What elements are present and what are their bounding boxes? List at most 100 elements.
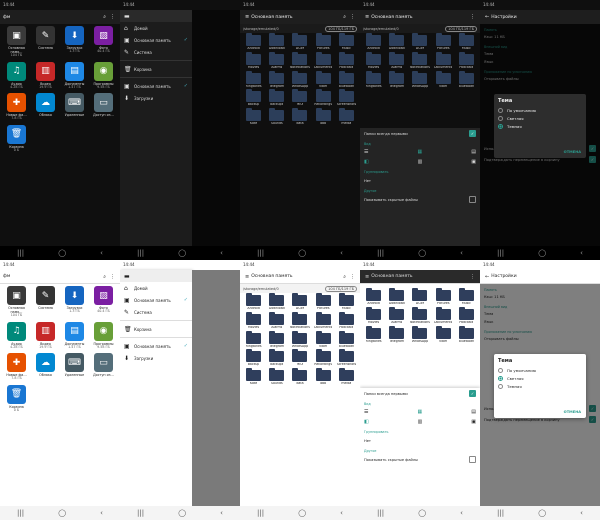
- folder-item[interactable]: Viber: [312, 330, 335, 349]
- drawer-item[interactable]: ⌂ Домой: [120, 282, 192, 294]
- more-icon[interactable]: ⋮: [470, 274, 475, 280]
- folder-item[interactable]: Alarms: [385, 306, 408, 325]
- recents-button[interactable]: |||: [377, 249, 384, 257]
- list-view-icon[interactable]: ☰: [364, 409, 368, 415]
- more-icon[interactable]: ⋮: [350, 274, 355, 280]
- folder-item[interactable]: Bluetooth: [455, 325, 478, 344]
- more-icon[interactable]: ⋮: [350, 14, 355, 20]
- folder-item[interactable]: obb: [312, 108, 335, 126]
- folder-item[interactable]: MIUI: [288, 349, 311, 367]
- folder-item[interactable]: WhatsApp: [408, 70, 431, 89]
- location-tile[interactable]: ▥ Видео 19.9 ГБ: [31, 61, 60, 90]
- drawer-item[interactable]: ✎ Система: [120, 306, 192, 318]
- show-hidden-checkbox[interactable]: [469, 456, 476, 463]
- folder-item[interactable]: Movies: [242, 51, 265, 70]
- back-button[interactable]: ‹: [100, 249, 103, 257]
- location-tile[interactable]: ♫ Аудио 4.28 ГБ: [2, 61, 31, 90]
- home-button[interactable]: ◯: [538, 249, 546, 257]
- location-tile[interactable]: ▨ Фото 40.4 ГБ: [89, 286, 118, 318]
- theme-option-light[interactable]: Светлая: [498, 376, 582, 381]
- folder-item[interactable]: Podcasts: [455, 51, 478, 70]
- detail-view-icon[interactable]: ▣: [471, 159, 476, 165]
- show-hidden-row[interactable]: Показывать скрытые файлы: [360, 454, 480, 465]
- folders-first-row[interactable]: Папки всегда первыми ✓: [360, 388, 480, 399]
- folder-item[interactable]: Podcasts: [335, 51, 358, 70]
- home-button[interactable]: ◯: [298, 249, 306, 257]
- folders-first-checkbox[interactable]: ✓: [469, 390, 476, 397]
- location-tile[interactable]: ⬇ Загрузки 1.3 ГБ: [60, 26, 89, 58]
- location-tile[interactable]: ⌨ Удаленные: [60, 353, 89, 381]
- home-button[interactable]: ◯: [178, 249, 186, 257]
- folder-item[interactable]: Viber: [432, 70, 455, 89]
- folder-item[interactable]: Alarms: [385, 51, 408, 70]
- home-button[interactable]: ◯: [538, 509, 546, 517]
- search-icon[interactable]: ⌕: [343, 274, 346, 280]
- cancel-button[interactable]: ОТМЕНА: [564, 410, 581, 414]
- back-arrow-icon[interactable]: ←: [485, 14, 489, 20]
- folder-item[interactable]: Viber: [312, 70, 335, 89]
- folder-item[interactable]: Documents: [432, 306, 455, 325]
- folder-item[interactable]: Telegram: [385, 70, 408, 89]
- folder-item[interactable]: DCIM: [288, 293, 311, 311]
- path-text[interactable]: /storage/emulated/0: [363, 27, 399, 31]
- drawer-item[interactable]: ⌂ Домой: [120, 22, 192, 34]
- drawer-scrim[interactable]: [192, 10, 240, 246]
- folder-item[interactable]: Pictures: [432, 33, 455, 51]
- folder-item[interactable]: Ringtones: [242, 70, 265, 89]
- back-button[interactable]: ‹: [460, 249, 463, 257]
- theme-option-default[interactable]: По умолчанию: [498, 108, 582, 113]
- folder-item[interactable]: data: [288, 368, 311, 386]
- drawer-item[interactable]: 🗑 Корзина: [120, 63, 192, 75]
- menu-icon[interactable]: ≡: [245, 274, 249, 280]
- recents-button[interactable]: |||: [377, 509, 384, 517]
- location-tile[interactable]: ✚ Новые фа… 7.8 ГБ: [2, 353, 31, 381]
- folder-item[interactable]: Notifications: [288, 51, 311, 70]
- compact-view-icon[interactable]: ▥: [418, 419, 423, 425]
- home-button[interactable]: ◯: [418, 249, 426, 257]
- folders-first-checkbox[interactable]: ✓: [469, 130, 476, 137]
- grid-view-icon[interactable]: ▦: [418, 149, 423, 155]
- folder-item[interactable]: Android: [362, 33, 385, 51]
- recents-button[interactable]: |||: [257, 249, 264, 257]
- folder-item[interactable]: Download: [265, 33, 288, 51]
- folder-item[interactable]: Music: [335, 293, 358, 311]
- folder-item[interactable]: Documents: [312, 51, 335, 70]
- location-tile[interactable]: ▤ Документы 1.47 ГБ: [60, 61, 89, 90]
- folder-item[interactable]: Bluetooth: [335, 330, 358, 349]
- location-tile[interactable]: ▤ Документы 1.47 ГБ: [60, 321, 89, 350]
- recents-button[interactable]: |||: [137, 509, 144, 517]
- show-hidden-checkbox[interactable]: [469, 196, 476, 203]
- location-tile[interactable]: ▨ Фото 40.4 ГБ: [89, 26, 118, 58]
- folder-item[interactable]: Kate: [242, 368, 265, 386]
- folder-item[interactable]: backups: [265, 89, 288, 107]
- folder-item[interactable]: Alarms: [265, 311, 288, 330]
- cancel-button[interactable]: ОТМЕНА: [564, 150, 581, 154]
- show-hidden-row[interactable]: Показывать скрытые файлы: [360, 194, 480, 205]
- folder-item[interactable]: media: [335, 108, 358, 126]
- list-view-icon[interactable]: ☰: [364, 149, 368, 155]
- folder-item[interactable]: Android: [362, 288, 385, 306]
- location-tile[interactable]: ♫ Аудио 4.28 ГБ: [2, 321, 31, 350]
- location-tile[interactable]: ▣ Основная памя… 104 ГБ: [2, 286, 31, 318]
- menu-icon[interactable]: ≡: [365, 14, 369, 20]
- drawer-item[interactable]: ✎ Система: [120, 46, 192, 58]
- folder-item[interactable]: Recordings: [312, 89, 335, 107]
- back-button[interactable]: ‹: [220, 249, 223, 257]
- menu-icon[interactable]: ≡: [365, 274, 369, 280]
- drawer-item[interactable]: 🗑 Корзина: [120, 323, 192, 335]
- folder-item[interactable]: WhatsApp: [408, 325, 431, 344]
- drawer-item[interactable]: ⬇ Загрузки: [120, 352, 192, 364]
- back-button[interactable]: ‹: [220, 509, 223, 517]
- theme-option-dark[interactable]: Темная: [498, 384, 582, 389]
- folder-item[interactable]: Android: [242, 33, 265, 51]
- location-tile[interactable]: 🗑 Корзина 0 Б: [2, 124, 31, 153]
- back-arrow-icon[interactable]: ←: [485, 274, 489, 280]
- location-tile[interactable]: ◉ Программы 9.58 ГБ: [89, 321, 118, 350]
- folder-item[interactable]: Telegram: [385, 325, 408, 344]
- folder-item[interactable]: backups: [265, 349, 288, 367]
- location-tile[interactable]: 🗑 Корзина 0 Б: [2, 384, 31, 413]
- theme-option-light[interactable]: Светлая: [498, 116, 582, 121]
- folder-item[interactable]: DCIM: [288, 33, 311, 51]
- folder-item[interactable]: Music: [335, 33, 358, 51]
- folder-item[interactable]: MIUI: [288, 89, 311, 107]
